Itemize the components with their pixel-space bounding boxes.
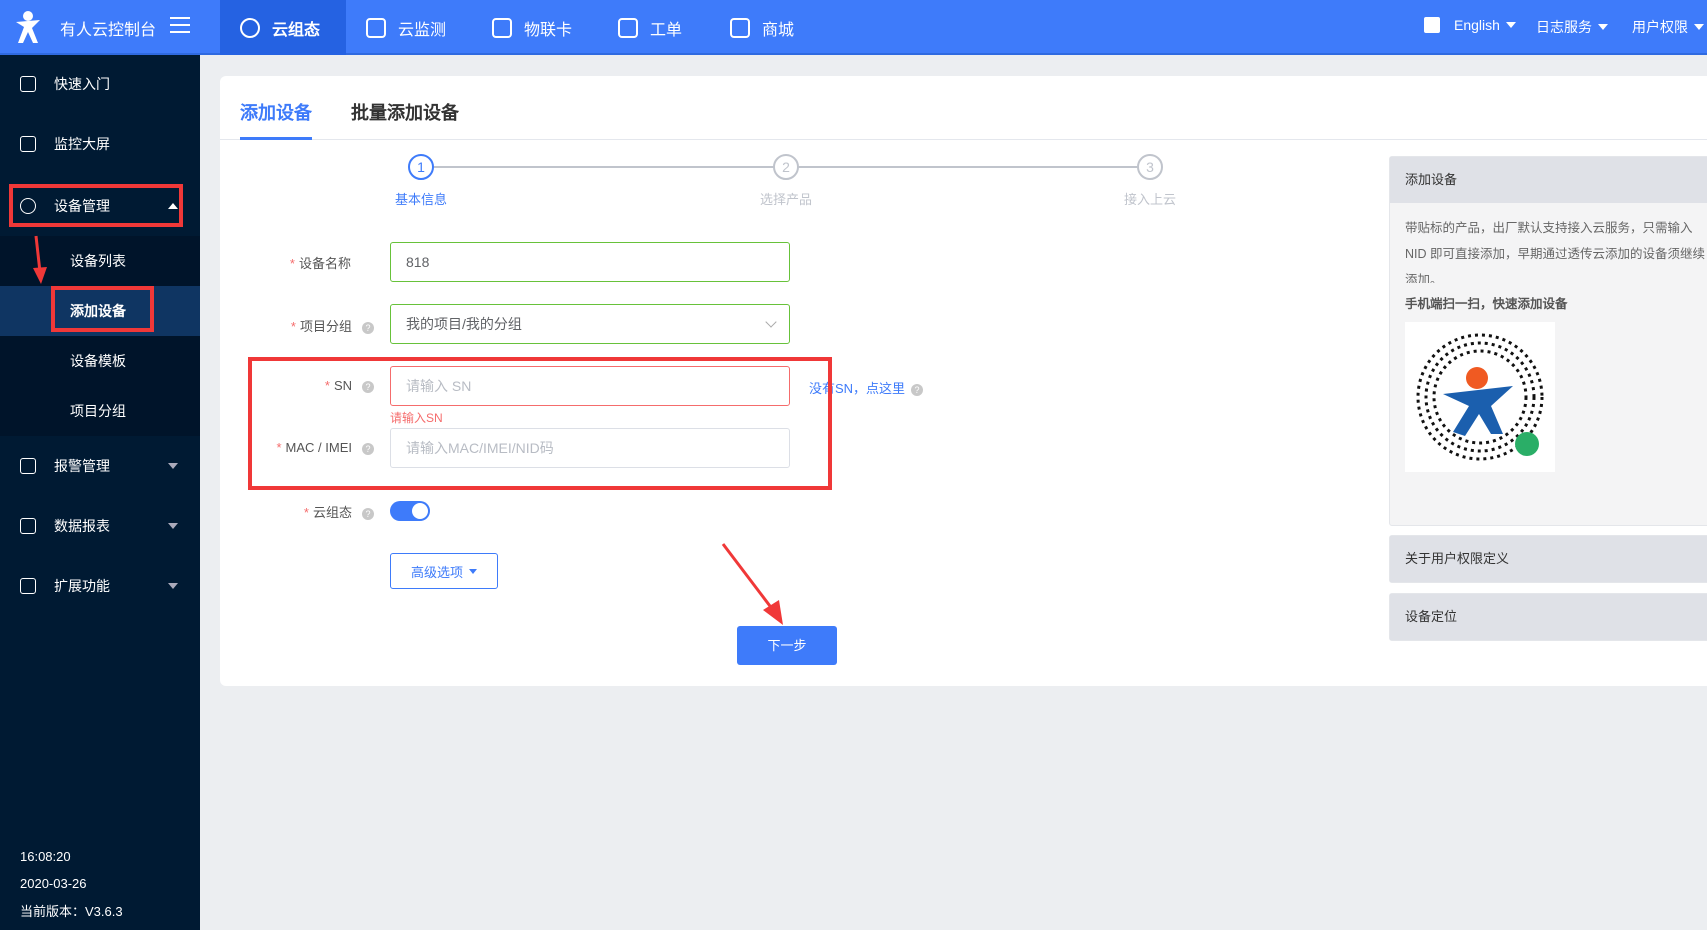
caret-down-icon bbox=[1598, 24, 1608, 30]
tab-active-indicator bbox=[240, 137, 312, 140]
sidebar-item-data-report[interactable]: 数据报表 bbox=[0, 501, 200, 551]
language-label: English bbox=[1454, 17, 1500, 33]
sidebar-item-label: 报警管理 bbox=[54, 458, 110, 474]
nav-label: 云监测 bbox=[398, 21, 447, 39]
panel-title[interactable]: 设备定位 bbox=[1390, 594, 1707, 640]
annotation-box bbox=[51, 286, 154, 332]
project-group-label: * 项目分组? bbox=[174, 316, 374, 335]
nav-label: 商城 bbox=[762, 21, 795, 39]
brand-title: 有人云控制台 bbox=[60, 22, 157, 39]
help-panel-title[interactable]: 添加设备 bbox=[1390, 157, 1707, 203]
globe-icon bbox=[1424, 17, 1440, 33]
mini-program-qr-code bbox=[1405, 322, 1555, 472]
button-label: 高级选项 bbox=[410, 564, 463, 580]
step-3: 3 bbox=[1137, 154, 1163, 180]
tab-add-device[interactable]: 添加设备 bbox=[240, 99, 312, 125]
log-service-dropdown[interactable]: 日志服务 bbox=[1536, 17, 1608, 37]
current-time: 16:08:20 bbox=[20, 849, 71, 864]
sidebar-item-extensions[interactable]: 扩展功能 bbox=[0, 561, 200, 611]
scan-title: 手机端扫一扫，快速添加设备 bbox=[1405, 297, 1568, 311]
caret-down-icon bbox=[1694, 24, 1704, 30]
sidebar-item-label: 数据报表 bbox=[54, 518, 110, 534]
current-date: 2020-03-26 bbox=[20, 876, 87, 891]
annotation-arrow-icon bbox=[33, 235, 47, 284]
nav-label: 物联卡 bbox=[524, 21, 573, 39]
logo-icon bbox=[16, 11, 40, 43]
annotation-box bbox=[248, 357, 832, 490]
caret-down-icon bbox=[469, 568, 477, 574]
label-text: 项目分组 bbox=[299, 319, 352, 334]
sidebar-sub-device-template[interactable]: 设备模板 bbox=[0, 336, 200, 386]
help-panel-text: 带贴标的产品，出厂默认支持接入云服务，只需输入 NID 即可直接添加，早期通过透… bbox=[1405, 221, 1706, 283]
sidebar-item-label: 快速入门 bbox=[54, 76, 110, 92]
user-permission-label: 用户权限 bbox=[1632, 19, 1688, 35]
nav-ticket[interactable]: 工单 bbox=[598, 0, 702, 55]
annotation-box bbox=[9, 184, 183, 227]
cloud-icon bbox=[240, 17, 260, 38]
sidebar-item-label: 监控大屏 bbox=[54, 136, 110, 152]
help-icon[interactable]: ? bbox=[362, 321, 374, 334]
cloud-config-toggle[interactable] bbox=[390, 501, 430, 521]
label-text: 设备名称 bbox=[298, 256, 351, 271]
step-3-label: 接入上云 bbox=[1123, 192, 1176, 207]
step-1: 1 bbox=[408, 154, 434, 180]
version: 当前版本：V3.6.3 bbox=[20, 904, 123, 919]
help-panel-device-location[interactable]: 设备定位 bbox=[1389, 593, 1707, 641]
label-text: 云组态 bbox=[312, 505, 352, 520]
project-group-select[interactable]: 我的项目/我的分组 bbox=[390, 304, 790, 344]
caret-down-icon bbox=[168, 583, 178, 589]
step-1-label: 基本信息 bbox=[394, 192, 447, 207]
nav-label: 云组态 bbox=[272, 21, 321, 39]
monitor-icon bbox=[366, 17, 386, 38]
device-name-label: * 设备名称 bbox=[289, 256, 351, 271]
help-icon[interactable]: ? bbox=[911, 383, 924, 396]
nav-cloud-monitor[interactable]: 云监测 bbox=[346, 0, 466, 55]
monitor-icon bbox=[20, 136, 36, 152]
toggle-knob bbox=[412, 503, 428, 519]
panel-title[interactable]: 关于用户权限定义 bbox=[1390, 536, 1707, 582]
home-icon bbox=[20, 76, 36, 92]
sim-card-icon bbox=[492, 17, 512, 38]
caret-down-icon bbox=[168, 523, 178, 529]
sidebar-item-monitor-screen[interactable]: 监控大屏 bbox=[0, 119, 200, 169]
nav-cloud-config[interactable]: 云组态 bbox=[220, 0, 346, 55]
language-dropdown[interactable]: English bbox=[1424, 17, 1516, 33]
apps-icon bbox=[20, 578, 36, 594]
step-2: 2 bbox=[773, 154, 799, 180]
sidebar-sub-project-group[interactable]: 项目分组 bbox=[0, 386, 200, 436]
sidebar-item-label: 扩展功能 bbox=[54, 578, 110, 594]
device-name-input[interactable]: 818 bbox=[390, 242, 790, 282]
store-icon bbox=[730, 17, 750, 38]
help-icon[interactable]: ? bbox=[362, 507, 374, 520]
nav-iot-card[interactable]: 物联卡 bbox=[472, 0, 592, 55]
sidebar-item-alarm[interactable]: 报警管理 bbox=[0, 441, 200, 491]
log-service-label: 日志服务 bbox=[1536, 19, 1592, 35]
top-header: 有人云控制台 云组态 云监测 物联卡 工单 商城 English 日志服务 用户… bbox=[0, 0, 1707, 55]
help-panel-add-device: 添加设备 带贴标的产品，出厂默认支持接入云服务，只需输入 NID 即可直接添加，… bbox=[1389, 156, 1707, 526]
advanced-options-button[interactable]: 高级选项 bbox=[390, 553, 498, 589]
report-icon bbox=[20, 518, 36, 534]
sidebar-item-quick-start[interactable]: 快速入门 bbox=[0, 59, 200, 109]
tab-batch-add-device[interactable]: 批量添加设备 bbox=[351, 99, 459, 125]
next-step-button[interactable]: 下一步 bbox=[737, 626, 837, 665]
cloud-config-label: * 云组态? bbox=[174, 502, 374, 521]
select-value: 我的项目/我的分组 bbox=[406, 316, 522, 332]
bell-icon bbox=[20, 458, 36, 474]
help-panel-user-permission[interactable]: 关于用户权限定义 bbox=[1389, 535, 1707, 583]
document-icon bbox=[618, 17, 638, 38]
nav-label: 工单 bbox=[650, 21, 683, 39]
step-2-label: 选择产品 bbox=[759, 192, 812, 207]
caret-down-icon bbox=[168, 463, 178, 469]
user-permission-dropdown[interactable]: 用户权限 bbox=[1632, 17, 1704, 37]
caret-down-icon bbox=[1505, 22, 1516, 28]
annotation-arrow-icon bbox=[721, 543, 783, 625]
nav-store[interactable]: 商城 bbox=[710, 0, 814, 55]
hamburger-menu-icon[interactable] bbox=[170, 17, 190, 33]
chevron-down-icon bbox=[765, 316, 777, 328]
tab-divider bbox=[220, 139, 1707, 140]
